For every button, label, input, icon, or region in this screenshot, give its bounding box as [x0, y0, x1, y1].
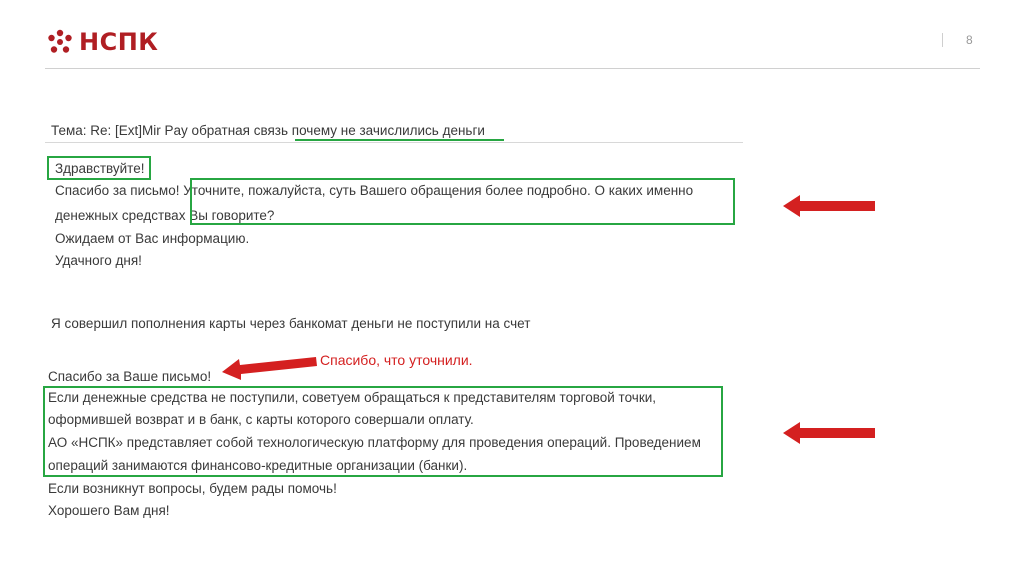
annotation-text: Спасибо, что уточнили. — [320, 352, 473, 368]
arrow-pointer-icon — [222, 357, 317, 380]
arrow-left-icon — [783, 195, 875, 217]
arrow-left-icon — [783, 422, 875, 444]
annotation-arrows — [222, 195, 875, 444]
